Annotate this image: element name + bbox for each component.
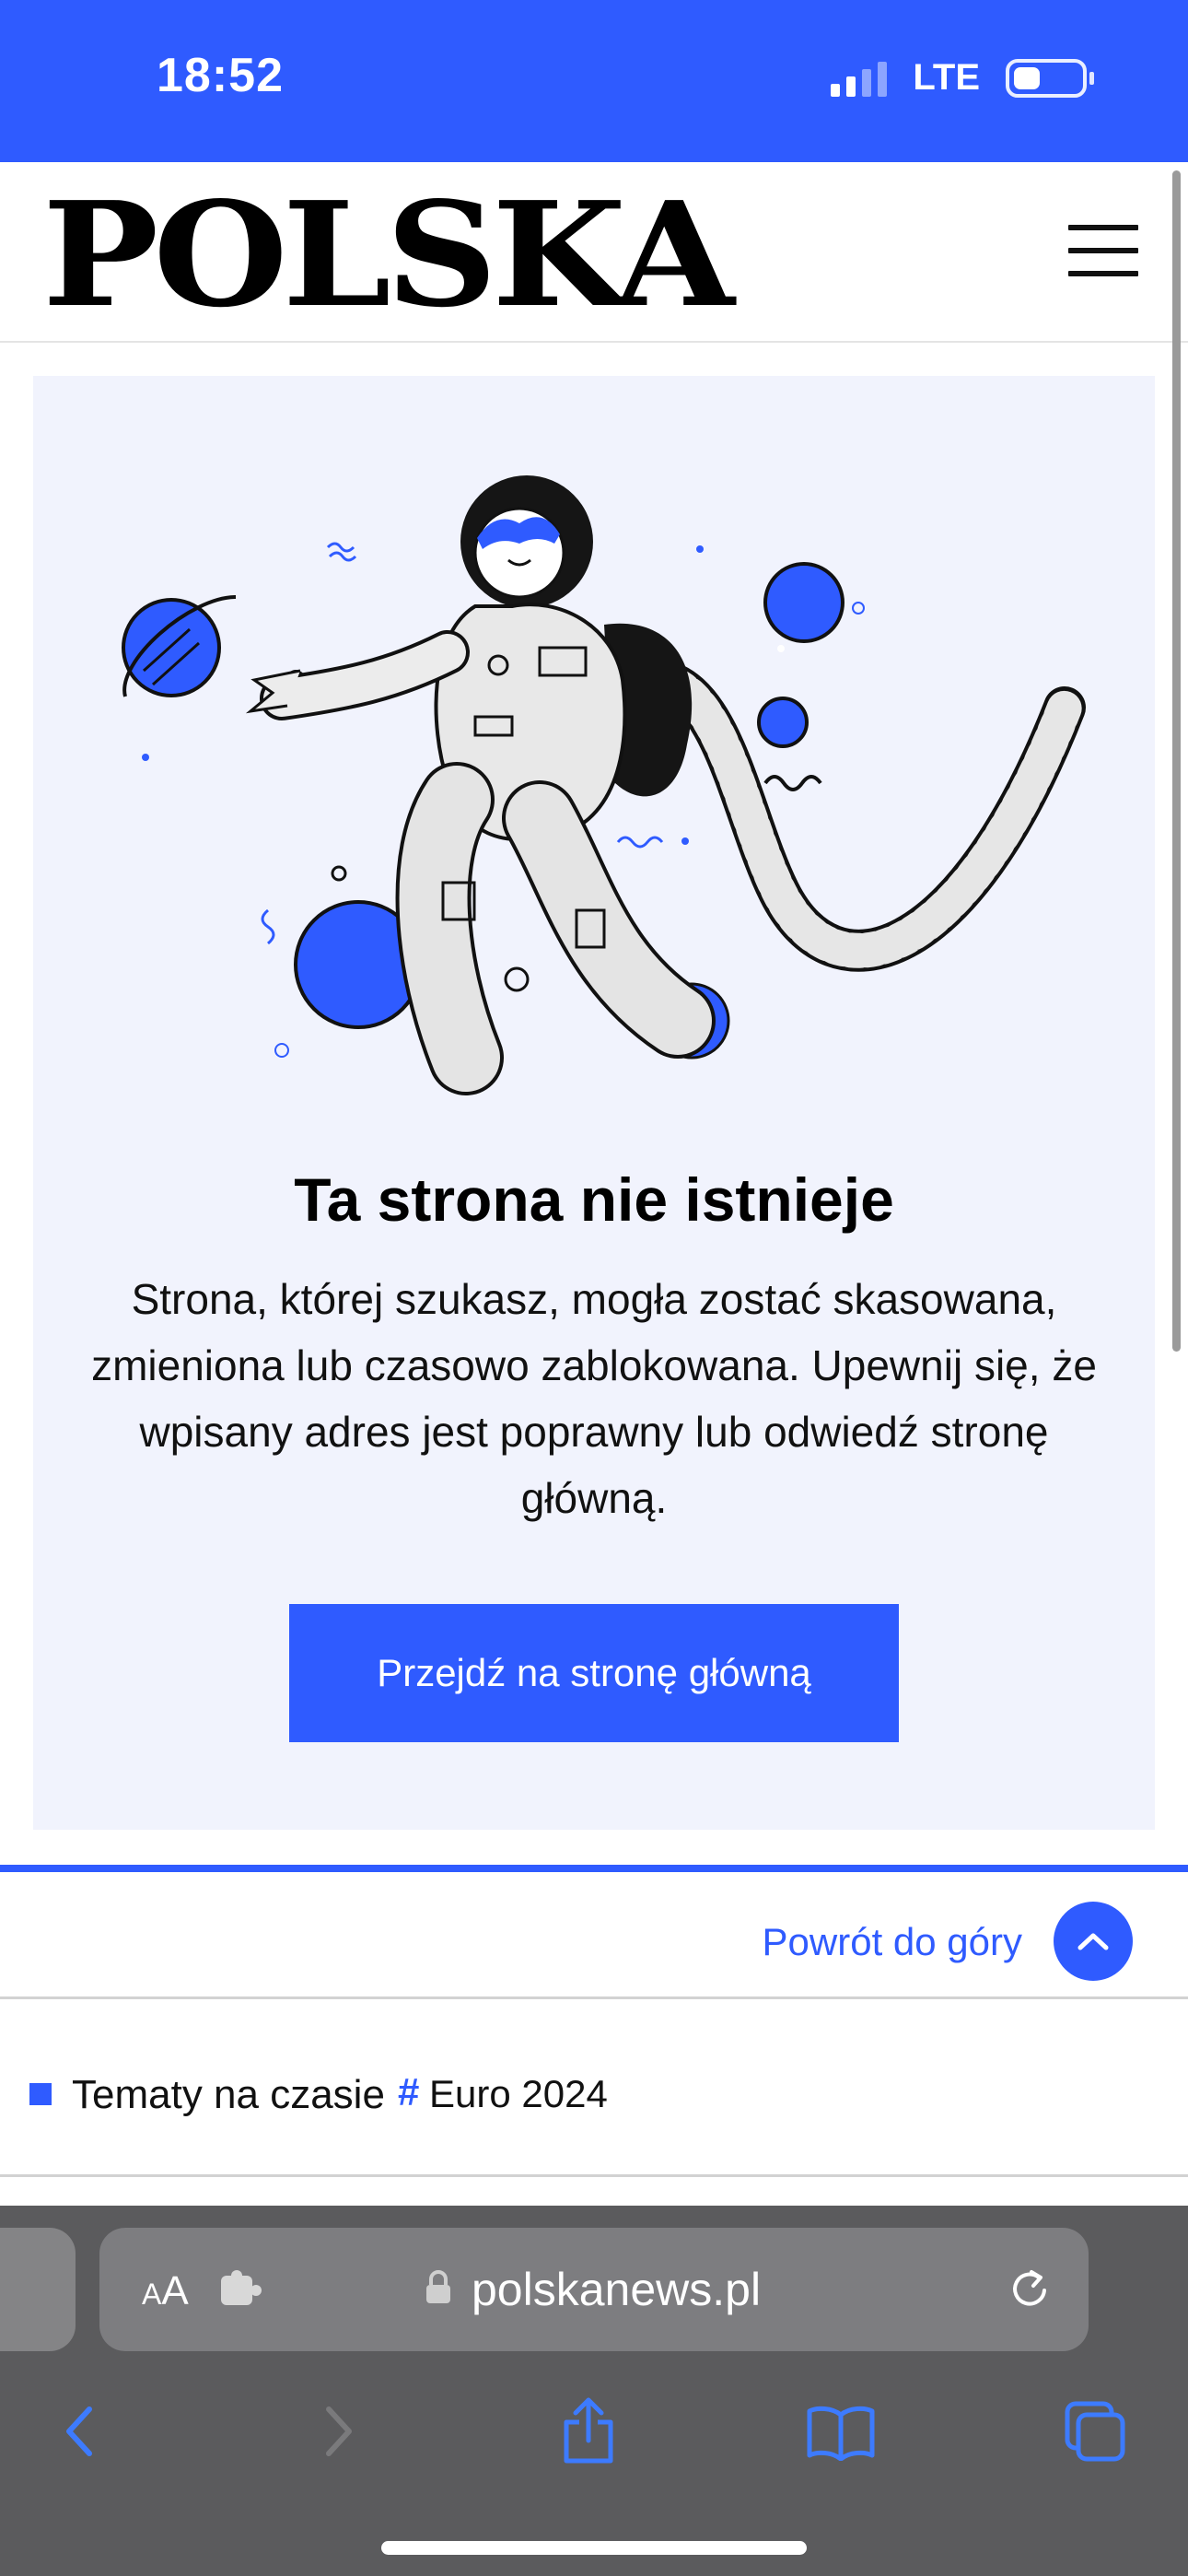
back-to-top-link[interactable]: Powrót do góry xyxy=(763,1920,1022,1964)
section-divider xyxy=(0,1865,1188,1872)
bookmarks-icon[interactable] xyxy=(799,2390,882,2473)
hamburger-menu-icon[interactable] xyxy=(1068,225,1138,276)
lock-icon xyxy=(426,2270,450,2303)
status-time: 18:52 xyxy=(157,49,284,102)
reload-icon[interactable] xyxy=(1004,2263,1055,2314)
topics-marker-icon xyxy=(29,2083,52,2105)
browser-bottom-bar: AA polskanews.pl xyxy=(0,2206,1188,2576)
scroll-indicator xyxy=(1172,170,1181,1352)
status-indicators: LTE xyxy=(831,57,1094,99)
topics-label: Tematy na czasie xyxy=(72,2072,385,2117)
extension-icon[interactable] xyxy=(217,2270,265,2311)
topic-link-euro-2024[interactable]: Euro 2024 xyxy=(429,2072,608,2116)
error-message: Strona, której szukasz, mogła zostać ska… xyxy=(91,1275,1097,1522)
error-card: Ta strona nie istnieje Strona, której sz… xyxy=(33,376,1155,1830)
chevron-right-icon[interactable] xyxy=(297,2390,379,2473)
page-settings-button[interactable]: AA xyxy=(142,2268,189,2314)
astronaut-illustration xyxy=(122,475,1086,1095)
status-bar: 18:52 LTE xyxy=(0,0,1188,162)
chevron-up-icon[interactable] xyxy=(1054,1902,1133,1981)
browser-toolbar xyxy=(0,2371,1188,2491)
go-home-button[interactable]: Przejdź na stronę główną xyxy=(289,1604,899,1742)
address-bar[interactable]: AA polskanews.pl xyxy=(99,2228,1089,2351)
tabs-icon[interactable] xyxy=(1054,2390,1136,2473)
previous-tab-preview[interactable] xyxy=(0,2228,76,2351)
back-to-top-row: Powrót do góry xyxy=(0,1872,1188,1999)
trending-topics: Tematy na czasie # Euro 2024 xyxy=(0,2002,1188,2177)
home-indicator xyxy=(381,2541,807,2555)
share-icon[interactable] xyxy=(547,2390,630,2473)
error-title: Ta strona nie istnieje xyxy=(294,1165,894,1234)
battery-icon xyxy=(1006,58,1094,98)
hashtag-icon: # xyxy=(398,2070,420,2113)
planet-ringed-icon xyxy=(122,595,237,697)
site-logo[interactable]: POLSKA xyxy=(42,182,735,326)
signal-icon xyxy=(831,60,888,97)
chevron-left-icon[interactable] xyxy=(39,2390,122,2473)
site-header: POLSKA xyxy=(0,162,1188,343)
network-label: LTE xyxy=(913,57,980,98)
url-text[interactable]: polskanews.pl xyxy=(472,2263,761,2316)
